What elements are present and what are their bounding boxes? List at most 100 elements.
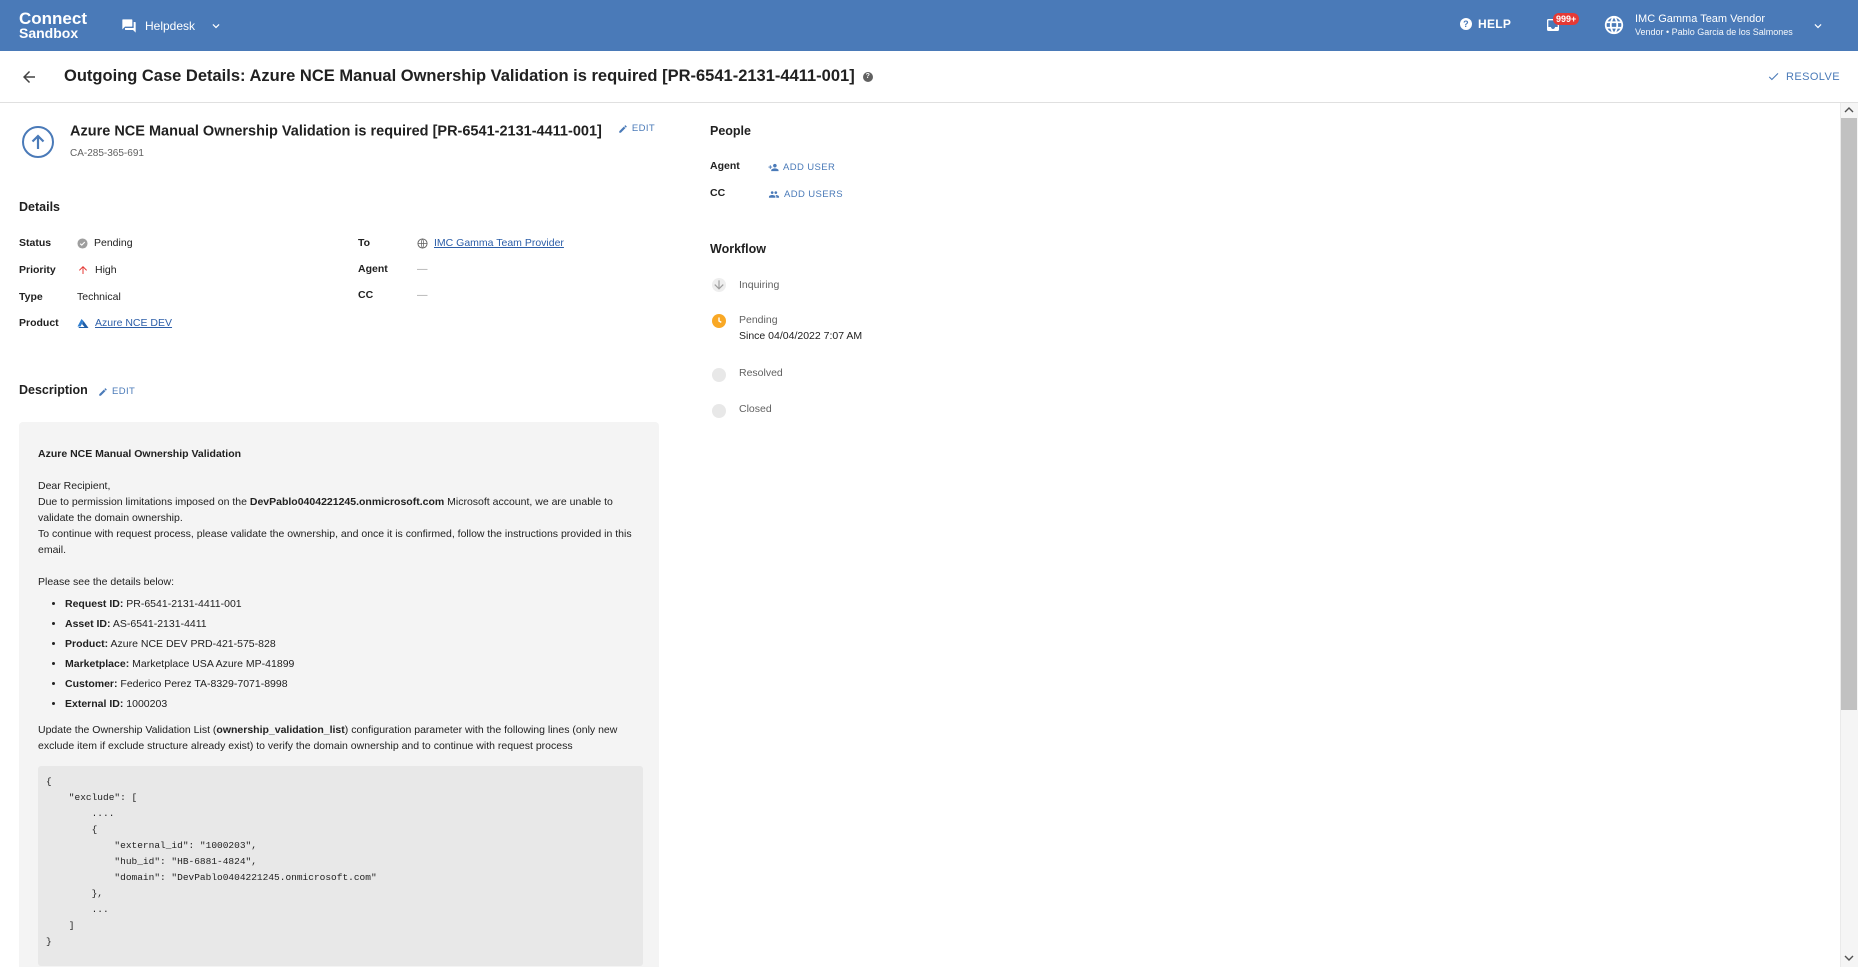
notification-badge: 999+ [1553, 13, 1580, 25]
people-heading: People [710, 124, 751, 138]
account-subtitle: Vendor • Pablo Garcia de los Salmones [1635, 27, 1793, 37]
status-text: Pending [94, 237, 133, 249]
scroll-up-icon[interactable] [1844, 105, 1854, 115]
pencil-icon [99, 387, 107, 396]
chat-icon [122, 19, 136, 33]
description-heading: Description [19, 383, 88, 397]
arrow-up-icon [79, 266, 87, 274]
item-label: Marketplace: [65, 658, 130, 670]
inquiring-step-icon [712, 278, 726, 292]
add-users-label: ADD USERS [784, 189, 844, 200]
scroll-down-icon[interactable] [1844, 953, 1854, 963]
item-value: PR-6541-2131-4411-001 [123, 598, 242, 610]
back-arrow-icon[interactable] [20, 68, 38, 86]
item-label: External ID: [65, 698, 124, 710]
list-item: Request ID: PR-6541-2131-4411-001 [65, 594, 643, 614]
cc-value: — [417, 289, 428, 301]
add-user-label: ADD USER [783, 162, 836, 173]
case-title-text: Azure NCE Manual Ownership Validation is… [70, 123, 602, 140]
list-item: Product: Azure NCE DEV PRD-421-575-828 [65, 634, 643, 654]
paragraph-3: Please see the details below: [38, 576, 175, 588]
page-title: Outgoing Case Details: Azure NCE Manual … [64, 67, 873, 86]
description-title: Azure NCE Manual Ownership Validation [38, 448, 242, 460]
clock-icon [718, 317, 722, 323]
scrollbar-thumb[interactable] [1841, 118, 1857, 710]
workflow-step-pending: Pending Since 04/04/2022 7:07 AM [739, 314, 862, 342]
agent-value: — [417, 263, 428, 275]
chevron-down-icon [1814, 24, 1822, 29]
help-icon[interactable]: ? [862, 71, 873, 82]
para1-text-a: Due to permission limitations imposed on… [38, 496, 250, 508]
add-users-button[interactable]: ADD USERS [768, 189, 843, 200]
product-label: Product [19, 317, 59, 329]
brand-line2: Sandbox [19, 25, 79, 41]
to-link[interactable]: IMC Gamma Team Provider [434, 237, 564, 249]
item-label: Asset ID: [65, 618, 111, 630]
people-agent-label: Agent [710, 160, 740, 172]
globe-icon [1604, 15, 1624, 35]
globe-icon [417, 237, 428, 249]
code-block: { "exclude": [ .... { "external_id": "10… [38, 766, 643, 966]
pencil-icon [619, 124, 627, 133]
module-switcher[interactable]: Helpdesk [121, 15, 231, 37]
product-value[interactable]: Azure NCE DEV [77, 317, 172, 329]
step-label: Inquiring [739, 279, 780, 291]
resolved-step-icon [712, 368, 726, 382]
outgoing-case-icon [22, 126, 54, 158]
step-label: Pending [739, 314, 778, 326]
people-cc-label: CC [710, 187, 726, 199]
group-add-icon [768, 191, 780, 198]
help-label: HELP [1478, 17, 1512, 31]
status-label: Status [19, 237, 52, 249]
item-value: Azure NCE DEV PRD-421-575-828 [108, 638, 276, 650]
paragraph-4: Update the Ownership Validation List (ow… [38, 722, 643, 754]
help-button[interactable]: ? HELP [1460, 17, 1511, 31]
item-label: Request ID: [65, 598, 124, 610]
workflow-step-resolved: Resolved [739, 367, 783, 379]
account-switcher[interactable]: IMC Gamma Team Vendor Vendor • Pablo Gar… [1603, 12, 1822, 38]
workflow-heading: Workflow [710, 242, 767, 256]
to-label: To [358, 237, 371, 249]
page-header: Outgoing Case Details: Azure NCE Manual … [0, 51, 1858, 103]
description-body: Azure NCE Manual Ownership Validation De… [38, 446, 643, 966]
edit-title-button[interactable]: EDIT [618, 123, 655, 134]
cc-label: CC [358, 289, 374, 301]
account-name: IMC Gamma Team Vendor [1635, 13, 1766, 25]
type-value: Technical [77, 291, 121, 303]
to-value[interactable]: IMC Gamma Team Provider [417, 237, 564, 249]
edit-label: EDIT [631, 123, 656, 134]
item-value: Federico Perez TA-8329-7071-8998 [117, 678, 288, 690]
case-id: CA-285-365-691 [70, 148, 144, 159]
details-heading: Details [19, 200, 60, 214]
person-add-icon [768, 163, 779, 172]
item-label: Product: [65, 638, 109, 650]
item-label: Customer: [65, 678, 118, 690]
page-title-text: Outgoing Case Details: Azure NCE Manual … [64, 67, 855, 85]
case-title: Azure NCE Manual Ownership Validation is… [70, 123, 655, 140]
resolve-label: RESOLVE [1786, 70, 1840, 83]
edit-label: EDIT [112, 386, 136, 397]
greeting: Dear Recipient, [38, 480, 111, 492]
top-bar: Connect Sandbox Helpdesk ? HELP 999+ IMC… [0, 0, 1858, 51]
pending-status-icon [77, 237, 88, 249]
item-value: 1000203 [123, 698, 168, 710]
list-item: External ID: 1000203 [65, 694, 643, 714]
status-value: Pending [77, 237, 133, 249]
description-card: Azure NCE Manual Ownership Validation De… [19, 422, 659, 967]
brand-logo[interactable]: Connect Sandbox [19, 9, 87, 41]
add-user-button[interactable]: ADD USER [768, 162, 835, 173]
details-list: Request ID: PR-6541-2131-4411-001 Asset … [65, 594, 643, 714]
product-link[interactable]: Azure NCE DEV [95, 317, 172, 329]
para4-text-a: Update the Ownership Validation List ( [38, 724, 217, 736]
para4-param: ownership_validation_list [216, 724, 345, 736]
brand-line1: Connect [19, 9, 87, 28]
azure-icon [77, 318, 89, 328]
resolve-button[interactable]: RESOLVE [1767, 70, 1840, 83]
edit-description-button[interactable]: EDIT [98, 386, 135, 397]
workflow-step-closed: Closed [739, 403, 772, 415]
item-value: AS-6541-2131-4411 [110, 618, 207, 630]
arrow-down-icon [714, 280, 724, 290]
list-item: Asset ID: AS-6541-2131-4411 [65, 614, 643, 634]
list-item: Customer: Federico Perez TA-8329-7071-89… [65, 674, 643, 694]
closed-step-icon [712, 404, 726, 418]
